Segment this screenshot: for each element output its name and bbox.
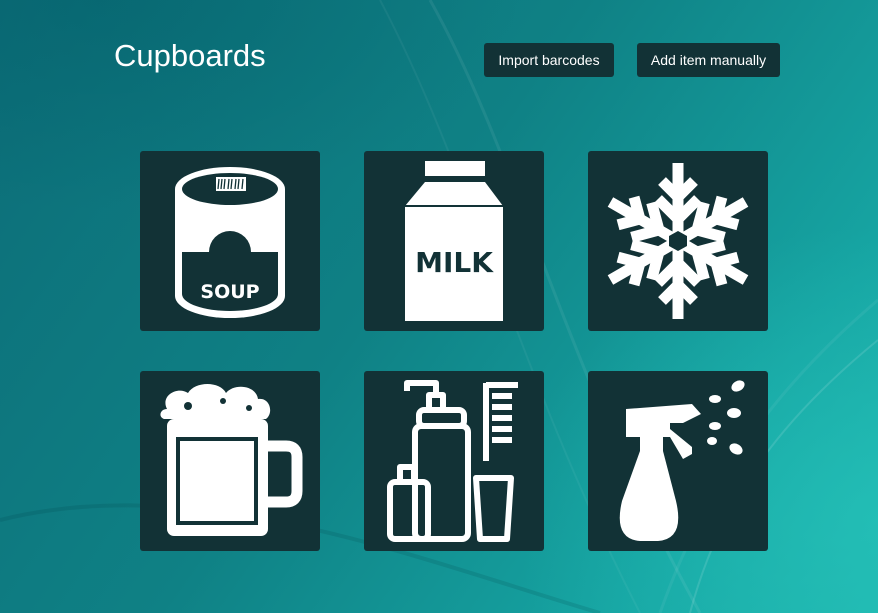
category-tile-milk[interactable]: MILK xyxy=(364,151,544,331)
soup-can-icon: SOUP xyxy=(175,167,285,318)
category-tile-freezer[interactable] xyxy=(588,151,768,331)
category-tile-toiletries[interactable] xyxy=(364,371,544,551)
toiletries-icon xyxy=(387,380,518,542)
spray-bottle-icon xyxy=(619,380,745,541)
header: Cupboards Import barcodes Add item manua… xyxy=(0,0,878,110)
cupboard-category-grid: SOUP MILK xyxy=(140,151,768,551)
import-barcodes-button[interactable]: Import barcodes xyxy=(484,43,614,77)
soup-label: SOUP xyxy=(200,281,259,303)
category-tile-drinks[interactable] xyxy=(140,371,320,551)
snowflake-icon xyxy=(607,163,749,319)
beer-mug-icon xyxy=(160,384,303,536)
category-tile-soup[interactable]: SOUP xyxy=(140,151,320,331)
milk-carton-icon: MILK xyxy=(405,161,503,321)
milk-label: MILK xyxy=(415,246,494,279)
page-title: Cupboards xyxy=(114,38,266,73)
category-tile-cleaning[interactable] xyxy=(588,371,768,551)
add-item-manually-button[interactable]: Add item manually xyxy=(637,43,780,77)
